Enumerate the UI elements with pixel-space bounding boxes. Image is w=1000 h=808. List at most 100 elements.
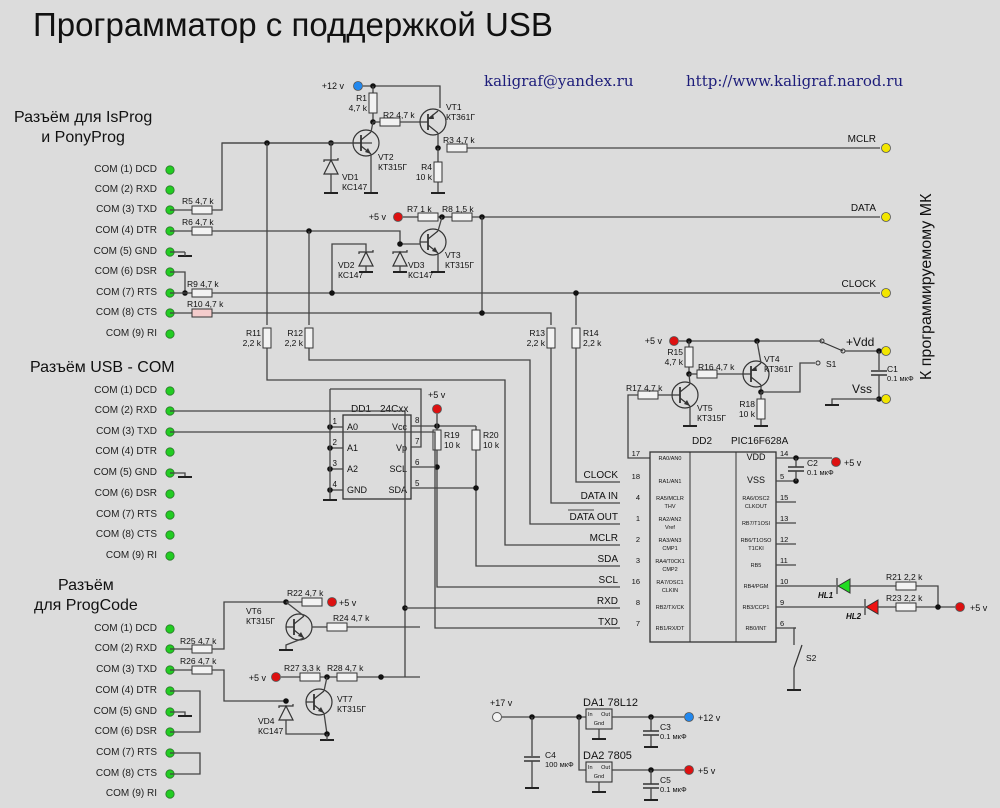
connector-pin <box>165 510 175 520</box>
transistor-label: VT4 <box>764 354 780 364</box>
ic-net-label: CLOCK <box>584 470 619 481</box>
capacitor-value: 0.1 мкФ <box>660 732 687 741</box>
transistor-label: VT7 <box>337 694 353 704</box>
resistor-label: R12 <box>287 328 303 338</box>
connector-pin <box>165 789 175 799</box>
resistor-label: R23 2,2 k <box>886 593 923 603</box>
ic-pin-label: RB3/CCP1 <box>743 605 770 611</box>
resistor-label: R10 4,7 k <box>187 299 224 309</box>
ic-pin-label: RB5 <box>751 563 762 569</box>
resistor-label: R13 <box>529 328 545 338</box>
ic-pin-label: RA2/AN2 <box>659 517 682 523</box>
regulator-pin-label: In <box>588 712 593 718</box>
ic-pin-number: 5 <box>780 472 784 481</box>
resistor-r20 <box>471 429 481 451</box>
power-label: +5 v <box>339 598 357 608</box>
regulator-pin-label: Gnd <box>594 721 604 727</box>
resistor-label: R18 <box>739 399 755 409</box>
diode-type: КС147 <box>342 182 367 192</box>
resistor-value: 2,2 k <box>583 338 602 348</box>
resistor-r23 <box>895 602 917 612</box>
zener-diode-vd4 <box>278 704 294 721</box>
transistor-label: VT3 <box>445 250 461 260</box>
ic-pin-label: VSS <box>747 475 765 485</box>
resistor-value: 10 k <box>416 172 433 182</box>
connector-pin <box>165 185 175 195</box>
ic-pin-number: 11 <box>780 556 788 565</box>
resistor-r14 <box>571 327 581 349</box>
ic-net-label: SCL <box>599 575 619 586</box>
regulator-pin-label: Out <box>601 765 610 771</box>
ic-pin-label: RB2/TX/CK <box>656 605 685 611</box>
diode-label: VD1 <box>342 172 359 182</box>
power-label: +17 v <box>490 698 513 708</box>
resistor-r6 <box>191 226 213 236</box>
resistor-r22 <box>301 597 323 607</box>
output-pin-clock <box>881 288 891 298</box>
output-pin-vss <box>881 394 891 404</box>
resistor-value: 2,2 k <box>243 338 262 348</box>
junction-dot <box>573 290 579 296</box>
plus5v-terminal <box>669 336 679 346</box>
switch-s1-contact <box>815 360 821 366</box>
ic-pin-number: 6 <box>780 619 784 628</box>
ic-pin-label: THV <box>665 504 676 510</box>
wire <box>308 348 620 525</box>
transistor-type: КТ315Г <box>697 413 726 423</box>
connector-pin <box>165 551 175 561</box>
ic-pin-number: 14 <box>780 449 788 458</box>
regulator-pin-label: Out <box>601 712 610 718</box>
transistor-label: VT5 <box>697 403 713 413</box>
ic-net-label: RXD <box>597 596 618 607</box>
ic-pin-label: RA3/AN3 <box>659 538 682 544</box>
transistor-type: КТ315Г <box>246 616 275 626</box>
resistor-value: 10 k <box>444 440 461 450</box>
plus17v-terminal <box>492 712 502 722</box>
output-pin-data <box>881 212 891 222</box>
resistor-r4 <box>433 161 443 183</box>
transistor-type: КТ315Г <box>445 260 474 270</box>
junction-dot <box>473 485 479 491</box>
connector-pin <box>165 489 175 499</box>
transistor-label: VT1 <box>446 102 462 112</box>
ic-pin-number: 4 <box>333 480 338 489</box>
resistor-r15 <box>684 346 694 368</box>
resistor-r26 <box>191 665 213 675</box>
resistor-value: 4,7 k <box>349 103 368 113</box>
led-label: HL1 <box>818 591 834 600</box>
ic-pin-number: 16 <box>632 577 640 586</box>
connector-pin <box>165 624 175 634</box>
plus12v-terminal <box>684 712 694 722</box>
resistor-label: R6 4,7 k <box>182 217 214 227</box>
wire <box>756 340 762 364</box>
resistor-label: R22 4,7 k <box>287 588 324 598</box>
connector-pin <box>165 447 175 457</box>
ic-pin-label: Vref <box>665 525 675 531</box>
ic-pin-label: T1CKI <box>748 546 764 552</box>
wire <box>831 398 879 405</box>
ic-part: 24Cxx <box>380 404 408 415</box>
resistor-label: R9 4,7 k <box>187 279 219 289</box>
ic-pin-label: A2 <box>347 464 358 474</box>
transistor-collector <box>427 230 439 240</box>
junction-dot <box>283 698 289 704</box>
ic-pin-label: CMP1 <box>662 546 677 552</box>
zener-diode-vd3 <box>392 250 408 267</box>
diode-label: VD4 <box>258 716 275 726</box>
resistor-r13 <box>546 327 556 349</box>
regulator-pin-label: Gnd <box>594 774 604 780</box>
ic-part: PIC16F628A <box>731 436 789 447</box>
zener-bar <box>392 250 408 254</box>
wire <box>212 230 401 244</box>
schematic-drawing: R5 4,7 k R6 4,7 k R9 4,7 k R10 4,7 k +12 v R1… <box>165 81 988 801</box>
resistor-label: R8 1,5 k <box>442 204 474 214</box>
diode-type: КС147 <box>258 726 283 736</box>
ic-pin-number: 1 <box>636 514 640 523</box>
ic-net-label: TXD <box>598 617 618 628</box>
led-hl1 <box>837 578 851 594</box>
switch-s1-lever <box>821 341 844 352</box>
output-pin-vdd <box>881 346 891 356</box>
ic-pin-label: A1 <box>347 443 358 453</box>
transistor-collector <box>679 383 691 393</box>
diode-label: VD2 <box>338 260 355 270</box>
